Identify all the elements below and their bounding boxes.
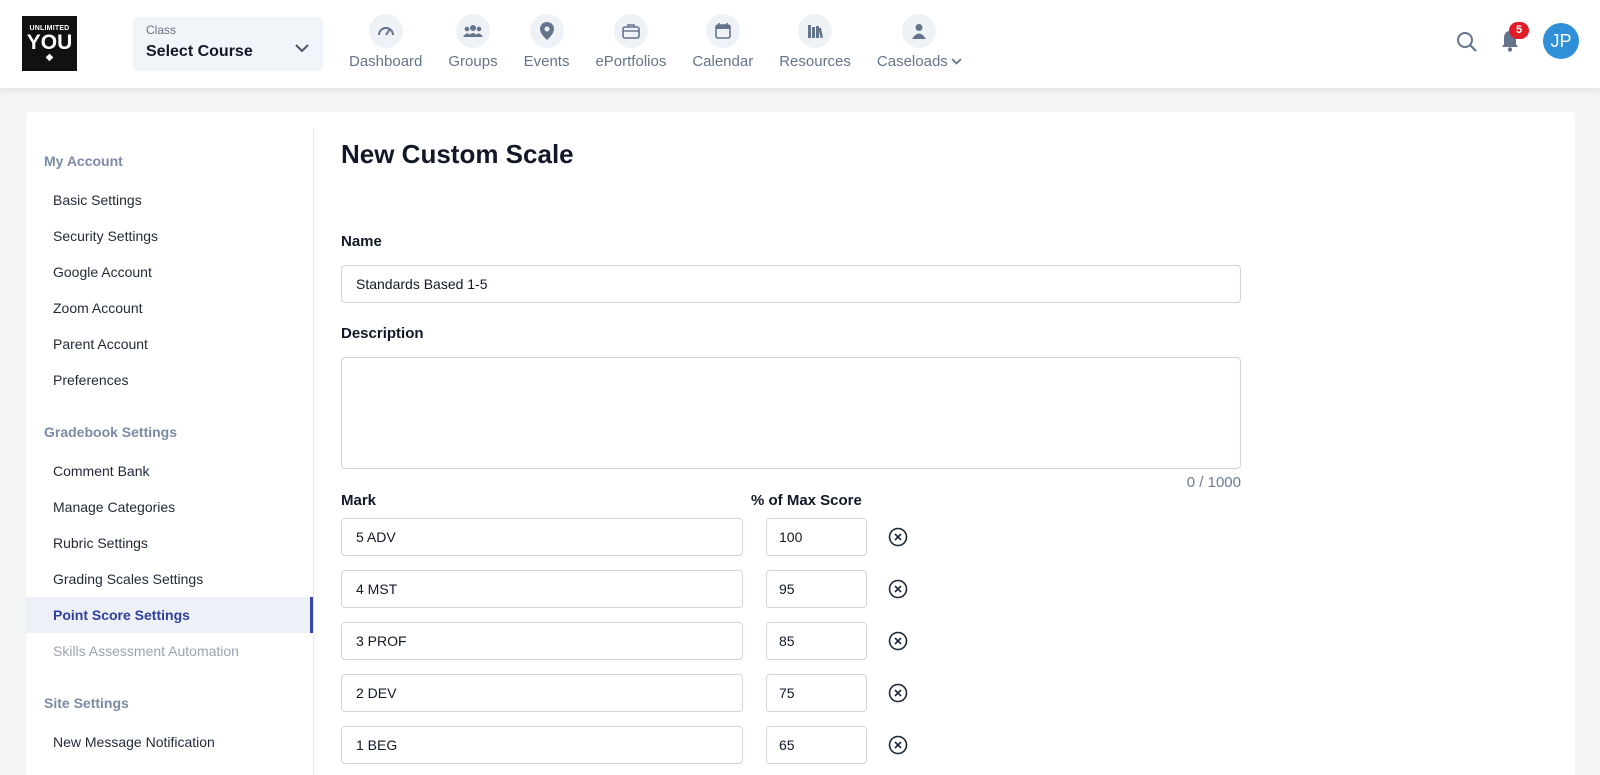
mark-input[interactable] <box>341 622 743 660</box>
nav-resources[interactable]: Resources <box>766 14 864 74</box>
name-input[interactable] <box>341 265 1241 303</box>
sidebar-item-parent-account[interactable]: Parent Account <box>26 326 313 362</box>
settings-card: My Account Basic Settings Security Setti… <box>26 112 1575 775</box>
notification-badge: 5 <box>1509 22 1529 39</box>
sidebar-item-preferences[interactable]: Preferences <box>26 362 313 398</box>
sidebar-section-site-settings: Site Settings <box>44 695 129 711</box>
map-pin-icon <box>529 14 564 48</box>
nav-eportfolios[interactable]: ePortfolios <box>582 14 679 74</box>
mark-input[interactable] <box>341 674 743 712</box>
nav-label-dashboard: Dashboard <box>349 53 423 70</box>
sidebar-item-grading-scales-settings[interactable]: Grading Scales Settings <box>26 561 313 597</box>
person-icon <box>902 14 937 48</box>
nav-label-caseloads: Caseloads <box>877 53 962 70</box>
sidebar-item-basic-settings[interactable]: Basic Settings <box>26 182 313 218</box>
remove-row-icon[interactable] <box>887 578 909 600</box>
chevron-down-icon <box>951 58 962 65</box>
settings-sidebar: My Account Basic Settings Security Setti… <box>26 128 314 775</box>
nav-dashboard[interactable]: Dashboard <box>336 14 435 74</box>
sidebar-item-new-message-notification[interactable]: New Message Notification <box>26 724 313 760</box>
remove-row-icon[interactable] <box>887 682 909 704</box>
mark-column-header: Mark <box>341 492 377 509</box>
nav-caseloads[interactable]: Caseloads <box>864 14 975 74</box>
course-selector[interactable]: Class Select Course <box>133 17 323 71</box>
sidebar-section-my-account: My Account <box>44 153 123 169</box>
sidebar-item-security-settings[interactable]: Security Settings <box>26 218 313 254</box>
nav-label-resources: Resources <box>779 53 851 70</box>
sidebar-item-manage-categories[interactable]: Manage Categories <box>26 489 313 525</box>
sidebar-item-comment-bank[interactable]: Comment Bank <box>26 453 313 489</box>
nav-label-events: Events <box>523 53 570 70</box>
chevron-down-icon <box>295 44 309 53</box>
pct-column-header: % of Max Score <box>751 492 862 509</box>
remove-row-icon[interactable] <box>887 630 909 652</box>
nav-groups[interactable]: Groups <box>435 14 510 74</box>
page-title: New Custom Scale <box>341 139 574 169</box>
nav-label-eportfolios: ePortfolios <box>595 53 667 70</box>
app-logo[interactable]: UNLIMITED YOU ◆ <box>22 16 77 71</box>
name-label: Name <box>341 233 382 250</box>
mark-input[interactable] <box>341 570 743 608</box>
briefcase-icon <box>613 14 648 48</box>
description-char-counter: 0 / 1000 <box>1186 474 1241 491</box>
sidebar-item-skills-assessment-automation: Skills Assessment Automation <box>53 643 239 659</box>
calendar-icon <box>705 14 740 48</box>
avatar[interactable]: JP <box>1543 23 1579 59</box>
sidebar-item-zoom-account[interactable]: Zoom Account <box>26 290 313 326</box>
nav-label-calendar: Calendar <box>692 53 754 70</box>
description-label: Description <box>341 325 424 342</box>
logo-line-2: YOU <box>26 30 73 54</box>
remove-row-icon[interactable] <box>887 734 909 756</box>
nav-label-groups: Groups <box>448 53 498 70</box>
mark-input[interactable] <box>341 518 743 556</box>
sidebar-item-rubric-settings[interactable]: Rubric Settings <box>26 525 313 561</box>
sidebar-section-gradebook-settings: Gradebook Settings <box>44 424 178 440</box>
pct-input[interactable] <box>766 518 867 556</box>
main-nav: Dashboard Groups Events ePortfolios Cale… <box>336 14 975 74</box>
sidebar-item-point-score-settings[interactable]: Point Score Settings <box>26 597 313 633</box>
dashboard-icon <box>368 14 403 48</box>
course-selector-value: Select Course <box>146 43 253 60</box>
description-textarea[interactable] <box>341 357 1241 469</box>
nav-label-caseloads-text: Caseloads <box>876 53 948 70</box>
pct-input[interactable] <box>766 570 867 608</box>
nav-calendar[interactable]: Calendar <box>679 14 766 74</box>
course-selector-label: Class <box>146 23 177 37</box>
remove-row-icon[interactable] <box>887 526 909 548</box>
nav-events[interactable]: Events <box>511 14 583 74</box>
groups-icon <box>455 14 490 48</box>
logo-mark-icon: ◆ <box>45 51 54 63</box>
search-icon[interactable] <box>1456 31 1478 58</box>
pct-input[interactable] <box>766 726 867 764</box>
sidebar-item-google-account[interactable]: Google Account <box>26 254 313 290</box>
pct-input[interactable] <box>766 622 867 660</box>
mark-input[interactable] <box>341 726 743 764</box>
books-icon <box>798 14 833 48</box>
top-bar: UNLIMITED YOU ◆ Class Select Course Dash… <box>0 0 1600 88</box>
pct-input[interactable] <box>766 674 867 712</box>
